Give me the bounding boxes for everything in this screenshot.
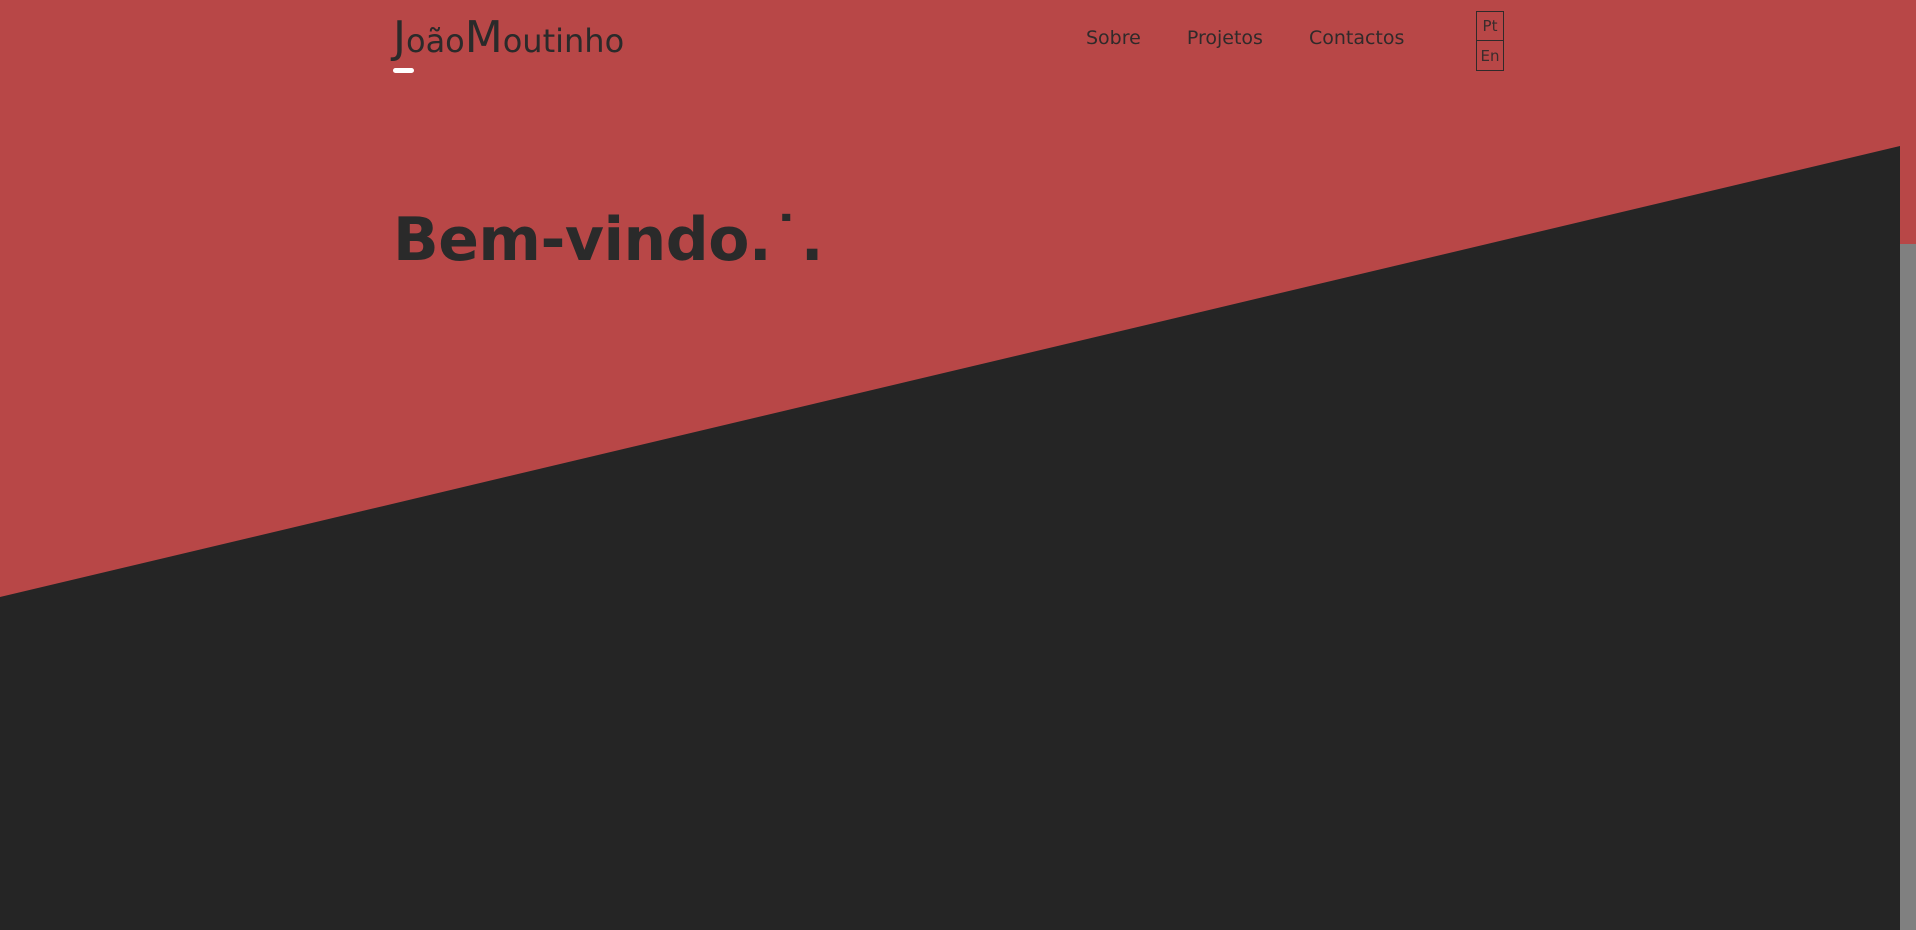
nav-link-contactos[interactable]: Contactos <box>1309 26 1404 50</box>
logo-rest-last: outinho <box>502 22 625 60</box>
logo-initial-first: J <box>393 12 406 63</box>
language-switcher: Pt En <box>1476 11 1504 71</box>
nav-link-sobre[interactable]: Sobre <box>1086 26 1141 50</box>
logo-initial-last: M <box>464 12 503 63</box>
scrollbar-thumb[interactable] <box>1900 244 1916 930</box>
hero-background <box>0 0 1916 930</box>
scrollbar[interactable] <box>1900 0 1916 930</box>
logo-rest-first: oão <box>405 22 465 60</box>
hero-title: Bem-vindo.˙. <box>393 205 824 275</box>
page: João Moutinho Sobre Projetos Contactos Pt… <box>0 0 1916 930</box>
language-pt-button[interactable]: Pt <box>1476 11 1504 41</box>
language-en-button[interactable]: En <box>1476 41 1504 71</box>
logo-link[interactable]: João Moutinho <box>393 16 624 66</box>
logo-underline <box>393 68 414 73</box>
nav-link-projetos[interactable]: Projetos <box>1187 26 1263 50</box>
main-nav: Sobre Projetos Contactos <box>1086 26 1404 50</box>
